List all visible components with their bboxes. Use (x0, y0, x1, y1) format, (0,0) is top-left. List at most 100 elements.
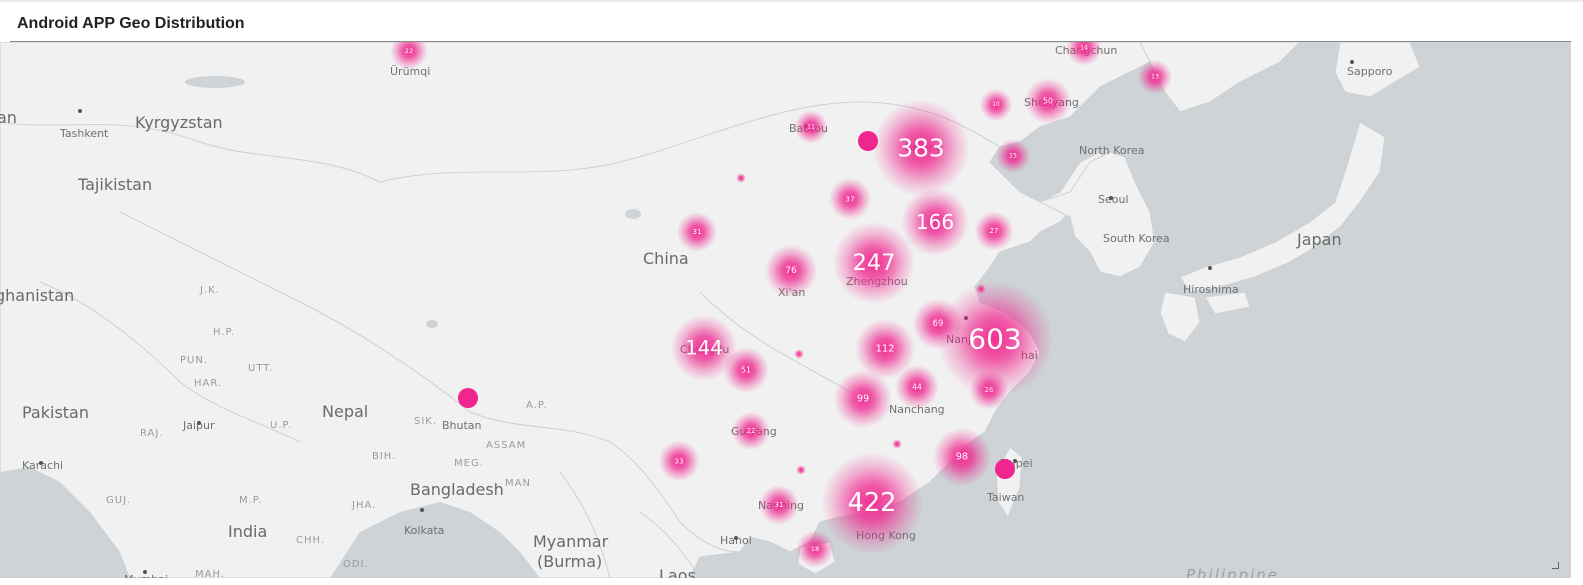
city-label-hanoi: Hanoi (720, 534, 752, 547)
cluster-count: 112 (876, 344, 895, 355)
cluster-count: 18 (811, 545, 819, 553)
cluster-count: 51 (741, 366, 751, 375)
cluster-count: 422 (848, 488, 897, 518)
city-dot-hanoi (734, 536, 738, 540)
cluster-count: 383 (897, 134, 944, 163)
cluster-count: 144 (685, 337, 723, 360)
cluster-dalian[interactable]: 15 (995, 138, 1031, 174)
cluster-count: 22 (405, 47, 413, 55)
country-label-tajikistan: Tajikistan (77, 175, 152, 194)
country-label-japan: Japan (1296, 230, 1342, 249)
city-dot-tashkent (78, 109, 82, 113)
cluster-count: 98 (956, 452, 968, 463)
city-label-sapporo: Sapporo (1347, 65, 1393, 78)
region-label-jk: J.K. (199, 285, 220, 296)
region-label-guj: GUJ. (106, 495, 131, 506)
panel-title: Android APP Geo Distribution (17, 15, 245, 32)
country-label-myanmar1: Myanmar (533, 532, 609, 551)
city-dot-jaipur (197, 421, 201, 425)
cluster-kunming[interactable]: 33 (658, 440, 700, 482)
cluster-xian[interactable]: 76 (764, 244, 818, 298)
region-label-meg: MEG. (454, 458, 484, 469)
city-dot-sapporo (1350, 60, 1354, 64)
city-label-karachi: Karachi (22, 459, 63, 472)
cluster-count: 10 (992, 102, 1000, 108)
cluster-harbin[interactable]: 13 (1137, 59, 1173, 95)
cluster-count: 44 (912, 383, 922, 392)
country-label-pakistan: Pakistan (22, 403, 89, 422)
cluster-chengdu[interactable]: 144 (670, 314, 738, 382)
minor-point[interactable] (796, 465, 806, 475)
cluster-hongkong[interactable]: 422 (821, 452, 923, 554)
city-label-seoul: Seoul (1098, 193, 1129, 206)
cluster-count: 31 (775, 501, 784, 509)
country-label-laos: Laos (659, 566, 696, 578)
country-label-india: India (228, 522, 267, 541)
cluster-shenyang[interactable]: 50 (1025, 78, 1071, 124)
resize-handle[interactable] (1552, 562, 1559, 569)
cluster-beijing[interactable]: 383 (872, 99, 970, 197)
region-label-har: HAR. (194, 378, 222, 389)
cluster-haikou[interactable]: 18 (796, 530, 834, 568)
geo-distribution-panel: Android APP Geo Distribution Kyrgyzstan … (0, 0, 1583, 585)
minor-point[interactable] (794, 349, 804, 359)
cluster-guiyang[interactable]: 22 (731, 411, 771, 451)
cluster-fujian[interactable]: 98 (932, 427, 992, 487)
map-canvas[interactable]: Kyrgyzstan Tajikistan ghanistan an Pakistan N… (0, 42, 1571, 578)
region-label-sik: SIK. (414, 416, 437, 427)
cluster-qingdao[interactable]: 27 (974, 211, 1014, 251)
region-label-pun: PUN. (180, 355, 208, 366)
lake (426, 320, 438, 328)
city-label-taiwan: Taiwan (986, 491, 1024, 504)
cluster-shijiazhuang[interactable]: 37 (828, 177, 872, 221)
country-label-northkorea: North Korea (1079, 144, 1144, 157)
cluster-count: 22 (747, 427, 756, 435)
country-label-afghanistan: ghanistan (0, 286, 74, 305)
city-dot-mumbai (143, 570, 147, 574)
cluster-shanghai[interactable]: 603 (937, 281, 1053, 397)
cluster-lanzhou[interactable]: 31 (676, 211, 718, 253)
lake (625, 209, 641, 219)
country-label-southkorea: South Korea (1103, 232, 1170, 245)
cluster-dandong[interactable]: 10 (979, 88, 1013, 122)
cluster-count: 33 (674, 457, 683, 466)
cluster-nanning[interactable]: 31 (758, 484, 800, 526)
panel-header: Android APP Geo Distribution (10, 4, 1571, 42)
city-label-bhutan: Bhutan (442, 419, 482, 432)
cluster-count: 76 (785, 266, 797, 276)
cluster-count: 50 (1043, 97, 1053, 106)
city-dot-taipei (1013, 459, 1017, 463)
marker-bhutan-point[interactable] (458, 388, 478, 408)
city-label-tashkent: Tashkent (59, 127, 109, 140)
cluster-count: 13 (1151, 74, 1159, 81)
minor-point[interactable] (892, 439, 902, 449)
cluster-wuhan[interactable]: 112 (854, 318, 916, 380)
country-label-myanmar2: (Burma) (537, 552, 602, 571)
region-label-mp: M.P. (239, 495, 262, 506)
city-label-jaipur: Jaipur (182, 419, 215, 432)
map-view[interactable]: Kyrgyzstan Tajikistan ghanistan an Pakistan N… (0, 42, 1571, 578)
marker-hebei-point[interactable] (858, 131, 878, 151)
country-label-kazakh: an (0, 108, 17, 127)
city-dot-hiroshima (1208, 266, 1212, 270)
country-label-china: China (643, 249, 689, 268)
cluster-zhengzhou[interactable]: 247 (832, 221, 916, 305)
region-label-utt: UTT. (248, 363, 273, 374)
region-label-bih: BIH. (372, 451, 396, 462)
cluster-count: 11 (807, 124, 815, 131)
country-label-kyrgyzstan: Kyrgyzstan (135, 113, 223, 132)
city-label-mumbai: Mumbai (124, 573, 168, 578)
lake (185, 76, 245, 88)
cluster-count: 603 (968, 323, 1021, 356)
city-dot-seoul (1109, 196, 1113, 200)
minor-point[interactable] (736, 173, 746, 183)
cluster-count: 166 (916, 210, 954, 234)
country-label-philippine: Philippine (1186, 566, 1279, 578)
cluster-count: 99 (857, 394, 869, 405)
region-label-mah: MAH. (195, 569, 225, 578)
minor-point[interactable] (976, 284, 986, 294)
region-label-odi: ODI. (343, 559, 369, 570)
region-label-jha: JHA. (351, 500, 376, 511)
cluster-baotou[interactable]: 11 (794, 110, 828, 144)
marker-taiwan-point[interactable] (995, 459, 1015, 479)
